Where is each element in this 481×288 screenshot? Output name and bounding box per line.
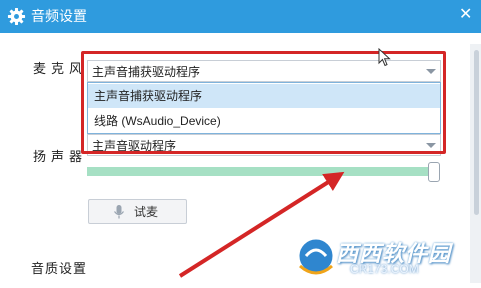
watermark-url: CR173.COM [350,262,419,276]
